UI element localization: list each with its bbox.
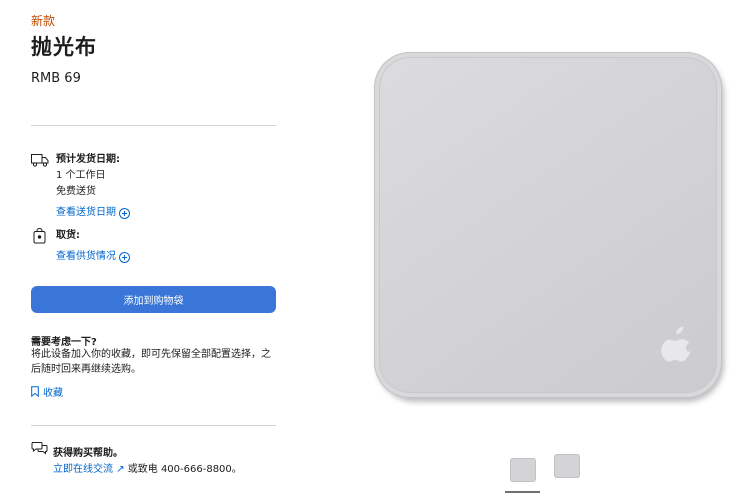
delivery-body: 预计发货日期: 1 个工作日 免费送货 查看送货日期: [56, 152, 276, 221]
bookmark-icon: [31, 386, 39, 397]
truck-icon: [31, 154, 49, 167]
store-bag-icon: [33, 228, 46, 244]
save-label: 收藏: [43, 388, 63, 399]
view-delivery-dates-link[interactable]: 查看送货日期: [56, 205, 130, 221]
thumbnail-2[interactable]: [554, 454, 580, 478]
help-contact-line: 立即在线交流 ↗ 或致电 400-666-8800。: [53, 460, 242, 478]
plus-circle-icon: [119, 207, 130, 219]
check-availability-link[interactable]: 查看供货情况: [56, 249, 130, 265]
consider-text: 将此设备加入你的收藏，即可先保留全部配置选择，之后随时回来再继续选购。: [31, 349, 271, 375]
selected-thumbnail-indicator: [505, 491, 540, 493]
pickup-info: 取货: 查看供货情况: [31, 228, 276, 263]
thumbnail-1[interactable]: [510, 458, 536, 482]
delivery-time: 1 个工作日: [56, 170, 106, 181]
new-badge: 新款: [31, 14, 56, 28]
pickup-title: 取货:: [56, 230, 80, 241]
view-delivery-dates-label: 查看送货日期: [56, 207, 116, 218]
divider: [31, 125, 276, 126]
add-to-bag-button[interactable]: 添加到购物袋: [31, 286, 276, 313]
delivery-shipping: 免费送货: [56, 186, 96, 197]
save-to-favorites-link[interactable]: 收藏: [31, 384, 63, 399]
chat-now-link[interactable]: 立即在线交流 ↗: [53, 464, 125, 475]
product-image: [374, 52, 724, 402]
pickup-body: 取货: 查看供货情况: [56, 228, 276, 265]
delivery-title: 预计发货日期:: [56, 154, 120, 165]
delivery-info: 预计发货日期: 1 个工作日 免费送货 查看送货日期: [31, 152, 276, 219]
chat-bubbles-icon: [31, 442, 48, 455]
divider: [31, 425, 276, 426]
check-availability-label: 查看供货情况: [56, 251, 116, 262]
arrow-up-right-icon: ↗: [116, 464, 125, 475]
product-price: RMB 69: [31, 71, 81, 86]
apple-logo-icon: [661, 326, 691, 362]
plus-circle-icon: [119, 251, 130, 263]
gallery-thumbnails: [505, 452, 585, 497]
chat-now-label: 立即在线交流: [53, 464, 113, 475]
phone-text: 或致电 400-666-8800。: [127, 464, 242, 475]
product-title: 抛光布: [31, 35, 97, 59]
consider-title: 需要考虑一下?: [31, 337, 97, 348]
help-title: 获得购买帮助。: [53, 448, 123, 459]
